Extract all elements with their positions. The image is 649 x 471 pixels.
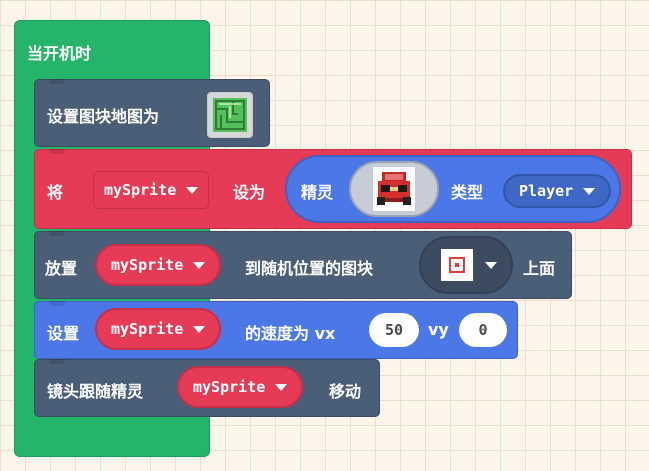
red-car-sprite-icon <box>373 167 415 211</box>
sprite-of-kind-reporter[interactable]: 精灵 类型 Player <box>285 155 621 223</box>
camera-follow-prefix-label: 镜头跟随精灵 <box>47 382 144 401</box>
set-velocity-block[interactable]: 设置 mySprite 的速度为 vx 50 vy 0 <box>34 301 518 359</box>
velocity-sprite-variable-value: mySprite <box>111 320 184 338</box>
create-sprite-block[interactable]: 将 mySprite 设为 精灵 类型 Player <box>34 149 632 229</box>
sprite-image-picker[interactable] <box>349 161 439 217</box>
set-tilemap-label: 设置图块地图为 <box>47 107 160 126</box>
place-suffix-label: 上面 <box>523 259 556 278</box>
sprite-variable-value: mySprite <box>104 181 177 199</box>
vx-number-input[interactable]: 50 <box>369 313 419 347</box>
on-start-label: 当开机时 <box>27 44 92 63</box>
place-prefix-label: 放置 <box>45 259 78 278</box>
place-sprite-variable-dropdown[interactable]: mySprite <box>95 244 222 286</box>
sprite-kind-dropdown[interactable]: Player <box>503 174 612 208</box>
vy-number-input[interactable]: 0 <box>459 313 507 347</box>
sprite-kind-value: Player <box>519 182 574 200</box>
velocity-sprite-variable-dropdown[interactable]: mySprite <box>95 308 222 350</box>
chevron-down-icon <box>583 187 596 195</box>
velocity-vx-label: 的速度为 vx <box>245 324 336 343</box>
chevron-down-icon <box>485 262 497 269</box>
target-tile-icon <box>441 249 473 281</box>
chevron-down-icon <box>193 261 206 269</box>
tile-picker-dropdown[interactable] <box>419 236 513 294</box>
velocity-vy-label: vy <box>428 320 449 339</box>
camera-sprite-variable-dropdown[interactable]: mySprite <box>177 366 304 408</box>
place-sprite-variable-value: mySprite <box>111 256 184 274</box>
create-sprite-set-label: 设为 <box>233 183 266 202</box>
camera-follow-suffix-label: 移动 <box>329 382 362 401</box>
place-mid-label: 到随机位置的图块 <box>245 259 374 278</box>
sprite-variable-dropdown[interactable]: mySprite <box>93 171 210 209</box>
create-sprite-prefix-label: 将 <box>47 183 64 202</box>
kind-label: 类型 <box>451 183 484 202</box>
chevron-down-icon <box>186 186 199 194</box>
sprite-label: 精灵 <box>301 183 334 202</box>
chevron-down-icon <box>275 383 288 391</box>
tilemap-thumbnail-icon[interactable] <box>206 91 254 139</box>
chevron-down-icon <box>193 325 206 333</box>
place-on-random-tile-block[interactable]: 放置 mySprite 到随机位置的图块 上面 <box>34 231 572 299</box>
camera-sprite-variable-value: mySprite <box>193 378 266 396</box>
set-tilemap-block[interactable]: 设置图块地图为 <box>34 79 270 147</box>
camera-follow-block[interactable]: 镜头跟随精灵 mySprite 移动 <box>34 359 380 417</box>
velocity-prefix-label: 设置 <box>47 324 80 343</box>
